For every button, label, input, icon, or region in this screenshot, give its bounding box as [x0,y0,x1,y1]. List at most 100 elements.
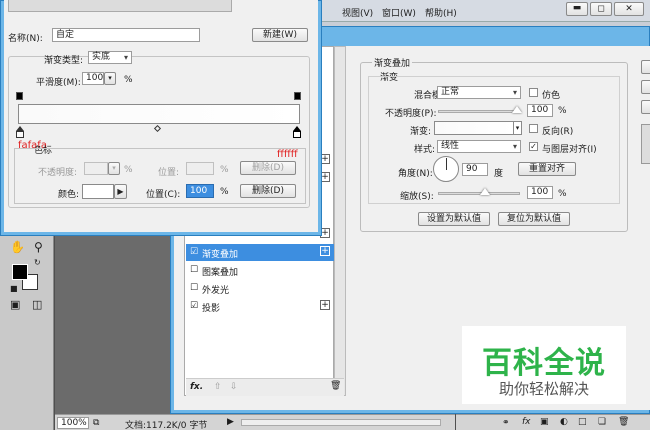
scale-slider[interactable] [438,192,520,195]
gradient-type-select[interactable]: 实底 [88,51,132,64]
dither-checkbox[interactable] [529,88,538,97]
reset-alignment-button[interactable]: 重置对齐 [518,162,576,176]
stop-color-arrow[interactable]: ▶ [114,184,127,199]
stop-opacity-field [84,162,108,175]
gradient-preview-bar[interactable] [18,104,300,124]
toolbox: ✋ ⚲ ↻ ■ ▣ ◫ [0,236,54,430]
reverse-label: 反向(R) [542,127,574,137]
effect-label: 渐变叠加 [202,250,239,260]
reverse-checkbox[interactable] [529,124,538,133]
dither-label: 仿色 [542,91,561,101]
delete-color-stop-button[interactable]: 删除(D) [240,184,296,198]
blend-mode-select[interactable]: 正常 [437,86,521,99]
foreground-color-swatch[interactable] [12,264,28,280]
stop-opacity-position-label: 位置: [158,168,180,178]
quick-mask-icon[interactable]: ▣ [10,298,20,311]
opacity-stop-left[interactable] [16,92,23,100]
stop-color-swatch[interactable] [82,184,114,199]
stop-opacity-position-field [186,162,214,175]
effect-plus-icon[interactable]: + [320,246,330,256]
zoom-tool-icon[interactable]: ⚲ [34,240,43,254]
status-arrow-icon[interactable]: ▶ [227,417,234,427]
default-colors-icon[interactable]: ■ [10,284,18,293]
group-layers-icon[interactable]: □ [578,417,587,427]
close-window-button[interactable]: ✕ [614,2,644,16]
gradient-type-label: 渐变类型: [44,56,84,66]
opacity-stop-right[interactable] [294,92,301,100]
scale-thumb[interactable] [480,188,490,195]
style-label: 样式: [414,145,436,155]
effect-plus-icon[interactable]: + [320,300,330,310]
angle-label: 角度(N): [398,169,433,179]
delete-layer-icon[interactable]: 🗑 [618,417,629,427]
stop-opacity-dropdown: ▾ [108,162,120,175]
stop-opacity-percent: % [124,165,133,175]
color-stop-left-swatch[interactable] [16,131,24,138]
overlay-opacity-thumb[interactable] [512,106,522,113]
cancel-button[interactable] [641,80,650,94]
trash-icon[interactable]: 🗑 [330,381,341,391]
horizontal-scrollbar[interactable] [241,419,441,426]
overlay-opacity-field[interactable]: 100 [527,104,553,117]
menu-window[interactable]: 窗口(W) [382,6,416,19]
minimize-button[interactable]: ▬ [566,2,588,16]
swap-colors-icon[interactable]: ↻ [34,258,41,267]
link-layers-icon[interactable]: ⚭ [502,418,510,428]
new-style-button[interactable] [641,100,650,114]
gradient-swatch[interactable] [434,121,514,135]
menu-view[interactable]: 视图(V) [342,6,373,19]
export-icon[interactable]: ⧉ [93,418,99,428]
color-stop-right-swatch[interactable] [293,131,301,138]
effect-checkbox-outer-glow[interactable]: ☐ [190,283,198,293]
overlay-opacity-slider[interactable] [438,110,520,113]
ok-button[interactable] [641,60,650,74]
align-with-layer-label: 与图层对齐(I) [542,145,597,155]
menu-bar: 视图(V) 窗口(W) 帮助(H) ▬ ◻ ✕ [320,0,650,22]
move-down-icon[interactable]: ⇩ [230,382,238,392]
fx-menu-icon[interactable]: fx. [190,382,203,392]
fx-layer-icon[interactable]: fx [522,417,531,427]
watermark-box: 百科全说 助你轻松解决 [462,326,626,404]
hand-tool-icon[interactable]: ✋ [10,240,25,254]
menu-help[interactable]: 帮助(H) [425,6,457,19]
effect-checkbox-gradient-overlay[interactable]: ☑ [190,247,198,257]
angle-dial[interactable] [433,156,459,182]
delete-opacity-stop-button: 删除(D) [240,161,296,175]
zoom-level-field[interactable]: 100% [57,417,89,429]
align-with-layer-checkbox[interactable]: ✓ [529,142,538,151]
new-gradient-button[interactable]: 新建(W) [252,28,308,42]
smoothness-dropdown[interactable]: ▾ [104,72,116,85]
effect-row-gradient-overlay[interactable]: ☑ 渐变叠加 + [186,244,334,261]
effect-row-outer-glow[interactable]: ☐ 外发光 [186,280,334,297]
smoothness-field[interactable]: 100 [82,72,104,85]
stop-color-position-percent: % [220,187,229,197]
stop-opacity-position-percent: % [220,165,229,175]
maximize-button[interactable]: ◻ [590,2,612,16]
effect-checkbox-pattern-overlay[interactable]: ☐ [190,265,198,275]
add-mask-icon[interactable]: ▣ [540,417,549,427]
preview-box [641,124,650,164]
degree-label: 度 [494,169,504,179]
effect-checkbox-drop-shadow[interactable]: ☑ [190,301,198,311]
new-layer-icon[interactable]: ❏ [598,417,606,427]
scale-field[interactable]: 100 [527,186,553,199]
watermark-subtitle: 助你轻松解决 [498,380,589,398]
stop-color-position-label: 位置(C): [146,190,181,200]
effect-row-drop-shadow[interactable]: ☑ 投影 + [186,298,334,315]
scale-label: 缩放(S): [400,192,434,202]
angle-field[interactable]: 90 [462,163,488,176]
document-info: 文档:117.2K/0 字节 [125,421,208,430]
set-as-default-button[interactable]: 设置为默认值 [418,212,490,226]
move-up-icon[interactable]: ⇧ [214,382,222,392]
style-select[interactable]: 线性 [437,140,521,153]
effect-row-pattern-overlay[interactable]: ☐ 图案叠加 [186,262,334,279]
stop-color-position-field[interactable]: 100 [186,184,214,198]
gradient-picker-dropdown[interactable]: ▾ [513,121,522,135]
gradient-label: 渐变: [410,127,432,137]
name-field[interactable]: 自定 [52,28,200,42]
styles-list-scroll[interactable] [334,46,346,396]
reset-to-default-button[interactable]: 复位为默认值 [498,212,570,226]
screen-mode-icon[interactable]: ◫ [32,298,42,311]
watermark-title: 百科全说 [482,346,606,381]
adjustment-layer-icon[interactable]: ◐ [560,417,568,427]
